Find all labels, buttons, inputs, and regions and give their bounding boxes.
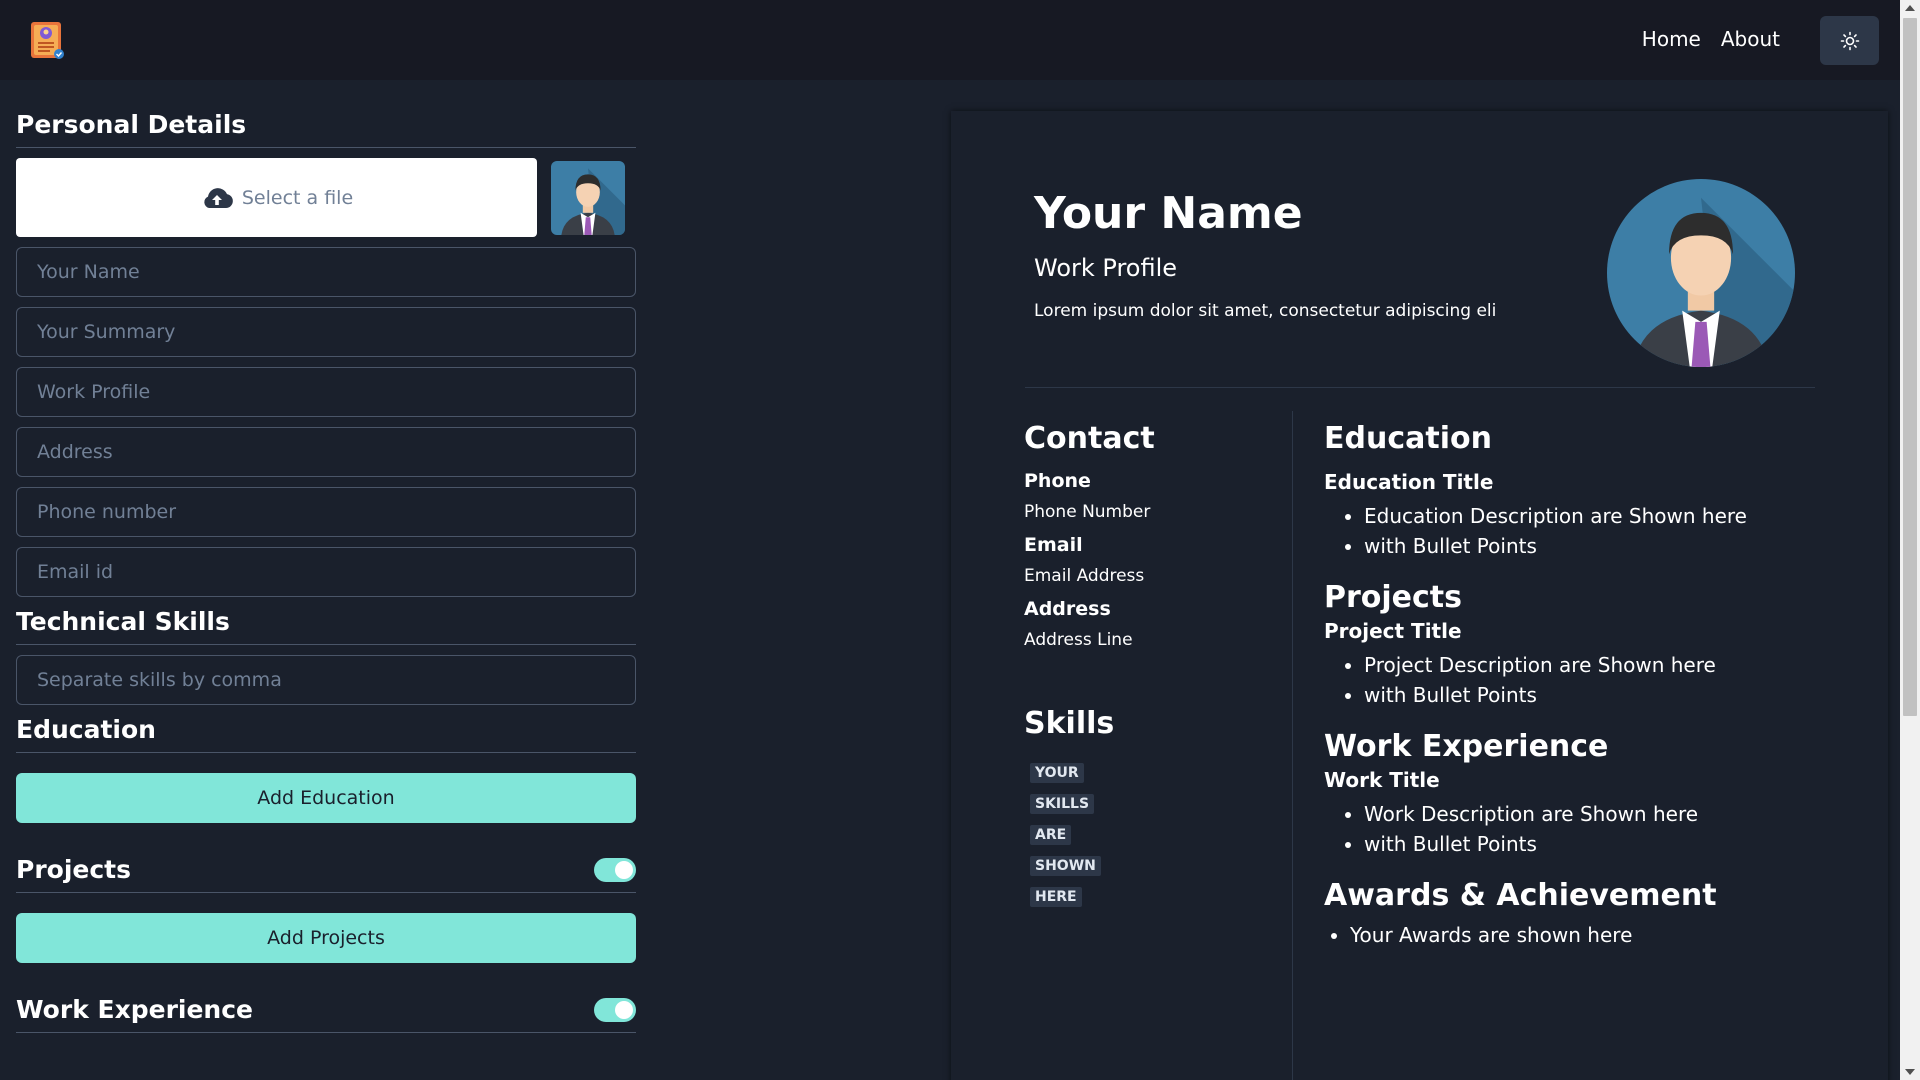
- navbar: Home About: [0, 0, 1900, 80]
- skills-input[interactable]: [16, 655, 636, 705]
- work-title: Work Title: [1324, 768, 1440, 792]
- summary-input[interactable]: [16, 307, 636, 357]
- sun-icon: [1840, 31, 1859, 50]
- resume-left-column: Contact Phone Phone Number Email Email A…: [1024, 421, 1284, 907]
- education-title: Education Title: [1324, 470, 1494, 494]
- resume-header-divider: [1025, 387, 1815, 388]
- project-points: Project Description are Shown here with …: [1324, 653, 1864, 707]
- nav-about-link[interactable]: About: [1721, 27, 1780, 51]
- projects-section-heading: Projects: [1324, 580, 1463, 615]
- work-points: Work Description are Shown here with Bul…: [1324, 802, 1864, 856]
- editor-panel: Personal Details Select a file Your Name…: [16, 80, 636, 1033]
- cloud-upload-icon: [204, 187, 233, 208]
- nav-links: Home About: [1642, 27, 1780, 51]
- resume-avatar: [1607, 179, 1795, 367]
- address-input[interactable]: [16, 427, 636, 477]
- resume-column-divider: [1292, 411, 1293, 1080]
- page-scrollbar[interactable]: [1900, 0, 1920, 1080]
- project-title: Project Title: [1324, 619, 1462, 643]
- add-education-button[interactable]: Add Education: [16, 773, 636, 823]
- contact-heading: Contact: [1024, 421, 1155, 456]
- resume-summary: Lorem ipsum dolor sit amet, consectetur …: [1034, 301, 1497, 321]
- awards-section-heading: Awards & Achievement: [1324, 878, 1717, 913]
- email-value: Email Address: [1024, 566, 1145, 586]
- email-label: Email: [1024, 534, 1083, 556]
- list-item: Work Description are Shown here: [1364, 802, 1864, 826]
- skill-tag: SKILLS: [1030, 794, 1095, 814]
- list-item: with Bullet Points: [1364, 683, 1864, 707]
- resume-preview: Your Name Work Profile Lorem ipsum dolor…: [951, 111, 1888, 1080]
- nav-home-link[interactable]: Home: [1642, 27, 1701, 51]
- logo-icon[interactable]: [29, 20, 65, 60]
- avatar-icon: [551, 160, 625, 235]
- education-points: Education Description are Shown here wit…: [1324, 504, 1864, 558]
- list-item: Education Description are Shown here: [1364, 504, 1864, 528]
- skills-list: YOUR SKILLS ARE SHOWN HERE: [1024, 763, 1284, 907]
- address-label: Address: [1024, 598, 1111, 620]
- personal-details-heading: Personal Details: [16, 110, 636, 148]
- list-item: Project Description are Shown here: [1364, 653, 1864, 677]
- scroll-down-arrow-icon[interactable]: [1905, 1069, 1915, 1075]
- technical-skills-heading: Technical Skills: [16, 607, 636, 645]
- list-item: Your Awards are shown here: [1350, 923, 1864, 947]
- education-heading: Education: [16, 715, 636, 753]
- scroll-thumb[interactable]: [1903, 18, 1917, 716]
- skill-tag: SHOWN: [1030, 856, 1101, 876]
- projects-heading: Projects: [16, 855, 132, 884]
- projects-header: Projects: [16, 855, 636, 893]
- skill-tag: HERE: [1030, 887, 1082, 907]
- file-select-label: Select a file: [241, 186, 354, 209]
- skill-tag: ARE: [1030, 825, 1072, 845]
- resume-name: Your Name: [1034, 188, 1303, 239]
- resume-right-column: Education Education Title Education Desc…: [1324, 421, 1864, 953]
- address-value: Address Line: [1024, 630, 1133, 650]
- work-profile-input[interactable]: [16, 367, 636, 417]
- email-input[interactable]: [16, 547, 636, 597]
- awards-points: Your Awards are shown here: [1324, 923, 1864, 947]
- file-select-button[interactable]: Select a file: [16, 158, 537, 237]
- theme-toggle-button[interactable]: [1820, 16, 1879, 65]
- scroll-up-arrow-icon[interactable]: [1905, 5, 1915, 11]
- work-experience-toggle[interactable]: [594, 997, 636, 1022]
- work-section-heading: Work Experience: [1324, 729, 1609, 764]
- avatar-thumbnail: [551, 160, 625, 235]
- resume-work-profile: Work Profile: [1034, 254, 1178, 282]
- education-section-heading: Education: [1324, 421, 1492, 456]
- list-item: with Bullet Points: [1364, 534, 1864, 558]
- skill-tag: YOUR: [1030, 763, 1084, 783]
- phone-input[interactable]: [16, 487, 636, 537]
- work-experience-heading: Work Experience: [16, 995, 253, 1024]
- skills-heading: Skills: [1024, 706, 1115, 741]
- work-experience-header: Work Experience: [16, 995, 636, 1033]
- avatar-icon: [1607, 179, 1795, 367]
- phone-label: Phone: [1024, 470, 1091, 492]
- name-input[interactable]: [16, 247, 636, 297]
- add-projects-button[interactable]: Add Projects: [16, 913, 636, 963]
- projects-toggle[interactable]: [594, 857, 636, 882]
- list-item: with Bullet Points: [1364, 832, 1864, 856]
- photo-upload-row: Select a file: [16, 158, 636, 237]
- phone-value: Phone Number: [1024, 502, 1151, 522]
